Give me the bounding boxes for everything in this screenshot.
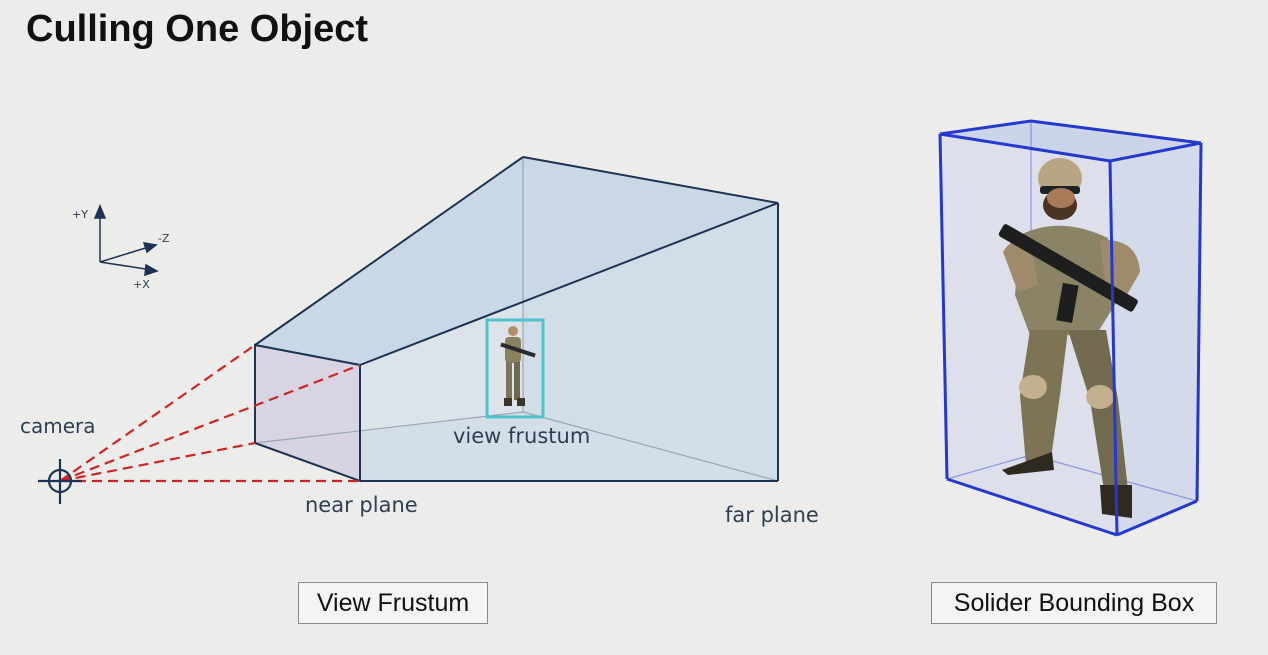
soldier-bounding-box-caption: Solider Bounding Box	[931, 582, 1217, 624]
diagram-canvas: +Y -Z +X camera view frustum near plane …	[20, 119, 1203, 537]
camera-label: camera	[20, 414, 96, 438]
axis-x-label: +X	[133, 278, 150, 291]
camera-crosshair-icon	[38, 459, 82, 504]
near-plane-label: near plane	[305, 493, 418, 517]
far-plane-label: far plane	[725, 503, 819, 527]
axis-z-label: -Z	[158, 232, 170, 245]
axis-gizmo	[93, 204, 159, 277]
axis-y-label: +Y	[72, 208, 88, 221]
view-frustum-label: view frustum	[453, 424, 590, 448]
view-frustum-caption: View Frustum	[298, 582, 488, 624]
